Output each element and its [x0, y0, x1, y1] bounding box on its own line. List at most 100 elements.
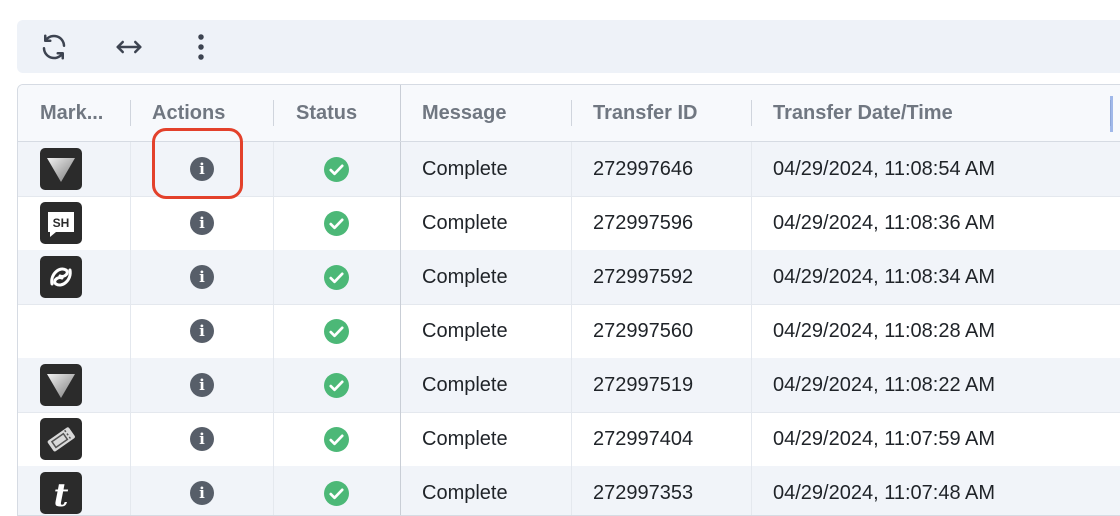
actions-cell: i [190, 250, 230, 304]
table-header: Mark... Actions Status Message Transfer … [18, 85, 1120, 142]
column-header-transfer-datetime[interactable]: Transfer Date/Time [773, 85, 1103, 141]
resize-columns-button[interactable] [107, 20, 151, 73]
pinned-column-divider [400, 250, 401, 304]
cell-divider [130, 412, 131, 466]
check-circle-icon [324, 210, 349, 236]
status-cell [324, 412, 364, 466]
info-icon[interactable]: i [190, 211, 214, 235]
message-cell: Complete [422, 358, 572, 412]
cell-divider [273, 250, 274, 304]
market-logo [40, 364, 82, 406]
info-icon[interactable]: i [190, 265, 214, 289]
info-icon[interactable]: i [190, 319, 214, 343]
transfer-id-cell: 272997646 [593, 142, 753, 196]
message-cell: Complete [422, 250, 572, 304]
info-icon[interactable]: i [190, 157, 214, 181]
table-row[interactable]: SH i Complete 272997596 04/29/2024, 11:08:36… [18, 196, 1120, 251]
column-divider[interactable] [130, 100, 131, 126]
sh-logo-icon: SH [48, 212, 74, 237]
grid-toolbar [17, 20, 1120, 73]
info-icon[interactable]: i [190, 373, 214, 397]
cell-divider [273, 142, 274, 196]
transfer-datetime-cell: 04/29/2024, 11:07:59 AM [773, 412, 1113, 466]
table-row[interactable]: t i Complete 272997353 04/29/2024, 11:07:48 … [18, 466, 1120, 515]
transfer-datetime-text: 04/29/2024, 11:08:28 AM [773, 319, 996, 342]
resize-columns-icon [116, 40, 142, 53]
column-divider[interactable] [273, 100, 274, 126]
transfer-datetime-text: 04/29/2024, 11:08:54 AM [773, 157, 996, 180]
transfer-datetime-text: 04/29/2024, 11:07:59 AM [773, 427, 996, 450]
transfer-id-cell: 272997519 [593, 358, 753, 412]
transfer-id-cell: 272997353 [593, 466, 753, 515]
message-text: Complete [422, 319, 508, 342]
transfer-datetime-text: 04/29/2024, 11:08:34 AM [773, 265, 996, 288]
cell-divider [273, 466, 274, 515]
pinned-column-divider [400, 85, 401, 141]
message-text: Complete [422, 265, 508, 288]
message-cell: Complete [422, 196, 572, 250]
sh-logo-text: SH [53, 216, 70, 230]
pinned-column-divider [400, 466, 401, 515]
column-header-market[interactable]: Mark... [40, 85, 132, 141]
market-cell: t [40, 466, 130, 515]
column-header-transfer-id[interactable]: Transfer ID [593, 85, 743, 141]
table-row[interactable]: i Complete 272997404 04/29/2024, 11:07:59 A… [18, 412, 1120, 467]
triangle-logo-icon [47, 374, 75, 398]
transfer-id-text: 272997404 [593, 427, 694, 450]
pinned-column-divider [400, 358, 401, 412]
transfer-datetime-text: 04/29/2024, 11:08:22 AM [773, 373, 996, 396]
status-cell [324, 250, 364, 304]
transfer-id-text: 272997560 [593, 319, 694, 342]
status-cell [324, 196, 364, 250]
table-row[interactable]: i Complete 272997519 04/29/2024, 11:08:22 A… [18, 358, 1120, 413]
market-cell [40, 142, 130, 196]
message-cell: Complete [422, 412, 572, 466]
table-row[interactable]: i Complete 272997592 04/29/2024, 11:08:34 A… [18, 250, 1120, 305]
scroll-edge-indicator [1110, 96, 1113, 132]
transfer-id-text: 272997519 [593, 373, 694, 396]
market-cell [40, 412, 130, 466]
refresh-icon [42, 34, 66, 59]
t-logo-icon: t [54, 476, 69, 510]
market-logo [40, 256, 82, 298]
pinned-column-divider [400, 142, 401, 196]
transfer-id-cell: 272997592 [593, 250, 753, 304]
message-cell: Complete [422, 304, 572, 358]
column-divider[interactable] [571, 100, 572, 126]
cell-divider [130, 466, 131, 515]
cell-divider [130, 196, 131, 250]
table-row[interactable]: i Complete 272997560 04/29/2024, 11:08:28 A… [18, 304, 1120, 359]
column-header-status[interactable]: Status [296, 85, 400, 141]
column-header-message[interactable]: Message [422, 85, 572, 141]
market-logo [40, 148, 82, 190]
cell-divider [130, 142, 131, 196]
column-divider[interactable] [751, 100, 752, 126]
t-logo-text: t [54, 476, 69, 510]
cell-divider [273, 412, 274, 466]
transfer-id-cell: 272997404 [593, 412, 753, 466]
more-options-button[interactable] [179, 20, 223, 73]
market-logo [40, 418, 82, 460]
check-circle-icon [324, 264, 349, 290]
transfer-id-text: 272997353 [593, 481, 694, 504]
more-vertical-icon [198, 33, 204, 60]
pinned-column-divider [400, 412, 401, 466]
message-cell: Complete [422, 466, 572, 515]
info-icon[interactable]: i [190, 481, 214, 505]
info-icon[interactable]: i [190, 427, 214, 451]
refresh-button[interactable] [32, 20, 76, 73]
actions-cell: i [190, 142, 230, 196]
table-row[interactable]: i Complete 272997646 04/29/2024, 11:08:54 A… [18, 142, 1120, 197]
cell-divider [273, 304, 274, 358]
message-text: Complete [422, 211, 508, 234]
actions-cell: i [190, 196, 230, 250]
transfer-datetime-text: 04/29/2024, 11:08:36 AM [773, 211, 996, 234]
message-text: Complete [422, 373, 508, 396]
cell-divider [130, 304, 131, 358]
market-cell [40, 358, 130, 412]
column-header-actions[interactable]: Actions [152, 85, 272, 141]
transfer-id-text: 272997592 [593, 265, 694, 288]
status-cell [324, 466, 364, 515]
status-cell [324, 358, 364, 412]
check-circle-icon [324, 318, 349, 344]
